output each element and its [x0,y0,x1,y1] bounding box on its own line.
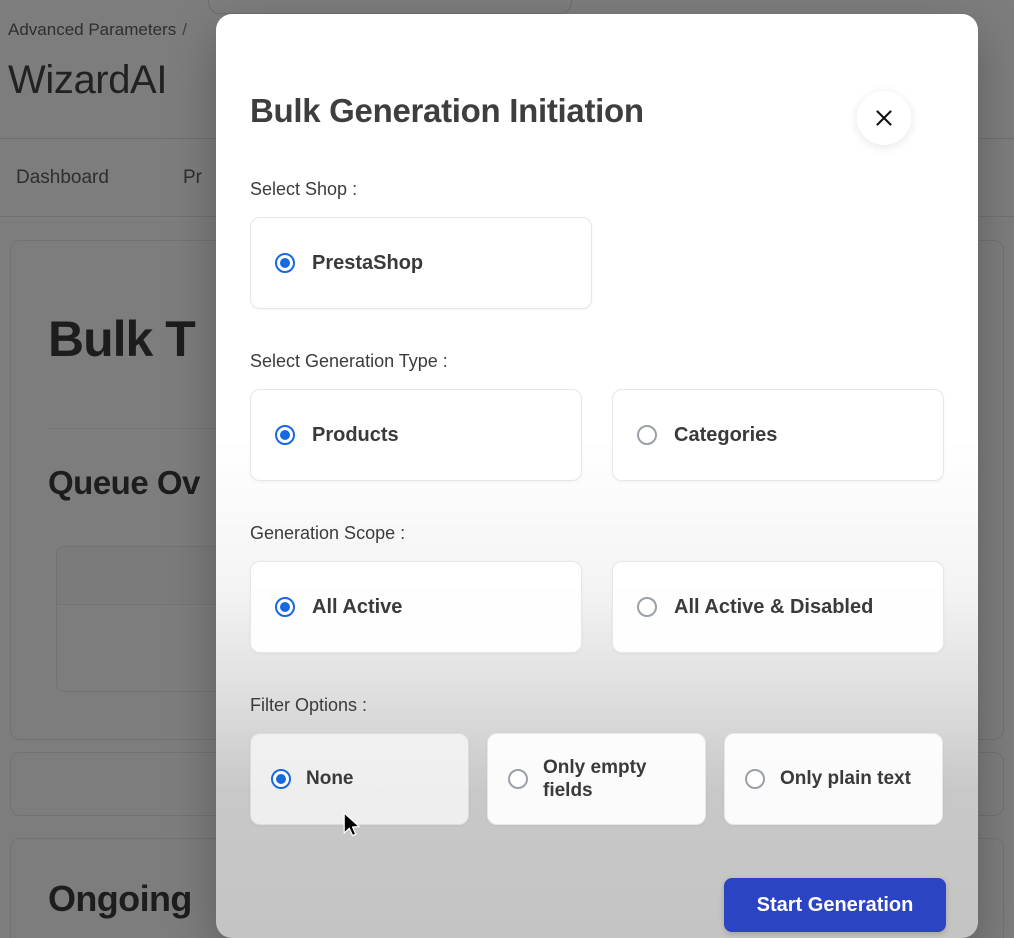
option-categories[interactable]: Categories [612,389,944,481]
radio-icon-none[interactable] [271,769,291,789]
option-label-none: None [306,768,354,790]
option-only-empty-fields[interactable]: Only empty fields [487,733,706,825]
select-shop-label: Select Shop : [250,179,358,199]
close-button[interactable] [857,91,911,145]
close-icon [873,107,895,129]
filter-options-label: Filter Options : [250,695,368,715]
select-generation-type-label: Select Generation Type : [250,351,448,371]
option-label-only-plain-text: Only plain text [780,768,911,790]
bulk-generation-modal: Bulk Generation Initiation Select Shop :… [216,14,978,938]
option-all-active[interactable]: All Active [250,561,582,653]
filter-options-options: None Only empty fields Only plain text [250,733,944,825]
option-only-plain-text[interactable]: Only plain text [724,733,943,825]
radio-icon-prestashop[interactable] [275,253,295,273]
generation-scope-options: All Active All Active & Disabled [250,561,944,653]
option-label-categories: Categories [674,423,778,446]
option-label-products: Products [312,423,399,446]
option-label-all-active-and-disabled: All Active & Disabled [674,595,874,618]
start-generation-button[interactable]: Start Generation [724,878,946,932]
radio-icon-all-active-and-disabled[interactable] [637,597,657,617]
select-generation-type-options: Products Categories [250,389,944,481]
radio-icon-all-active[interactable] [275,597,295,617]
option-label-only-empty-fields: Only empty fields [543,756,647,801]
option-none[interactable]: None [250,733,469,825]
option-label-all-active: All Active [312,595,403,618]
select-shop-options: PrestaShop [250,217,944,309]
radio-icon-categories[interactable] [637,425,657,445]
radio-icon-only-empty-fields[interactable] [508,769,528,789]
screen: Advanced Parameters/ WizardAI Dashboard … [0,0,1014,938]
option-products[interactable]: Products [250,389,582,481]
radio-icon-products[interactable] [275,425,295,445]
modal-title: Bulk Generation Initiation [250,92,644,129]
radio-icon-only-plain-text[interactable] [745,769,765,789]
option-prestashop[interactable]: PrestaShop [250,217,592,309]
generation-scope-label: Generation Scope : [250,523,406,543]
option-all-active-and-disabled[interactable]: All Active & Disabled [612,561,944,653]
option-label-prestashop: PrestaShop [312,251,424,274]
